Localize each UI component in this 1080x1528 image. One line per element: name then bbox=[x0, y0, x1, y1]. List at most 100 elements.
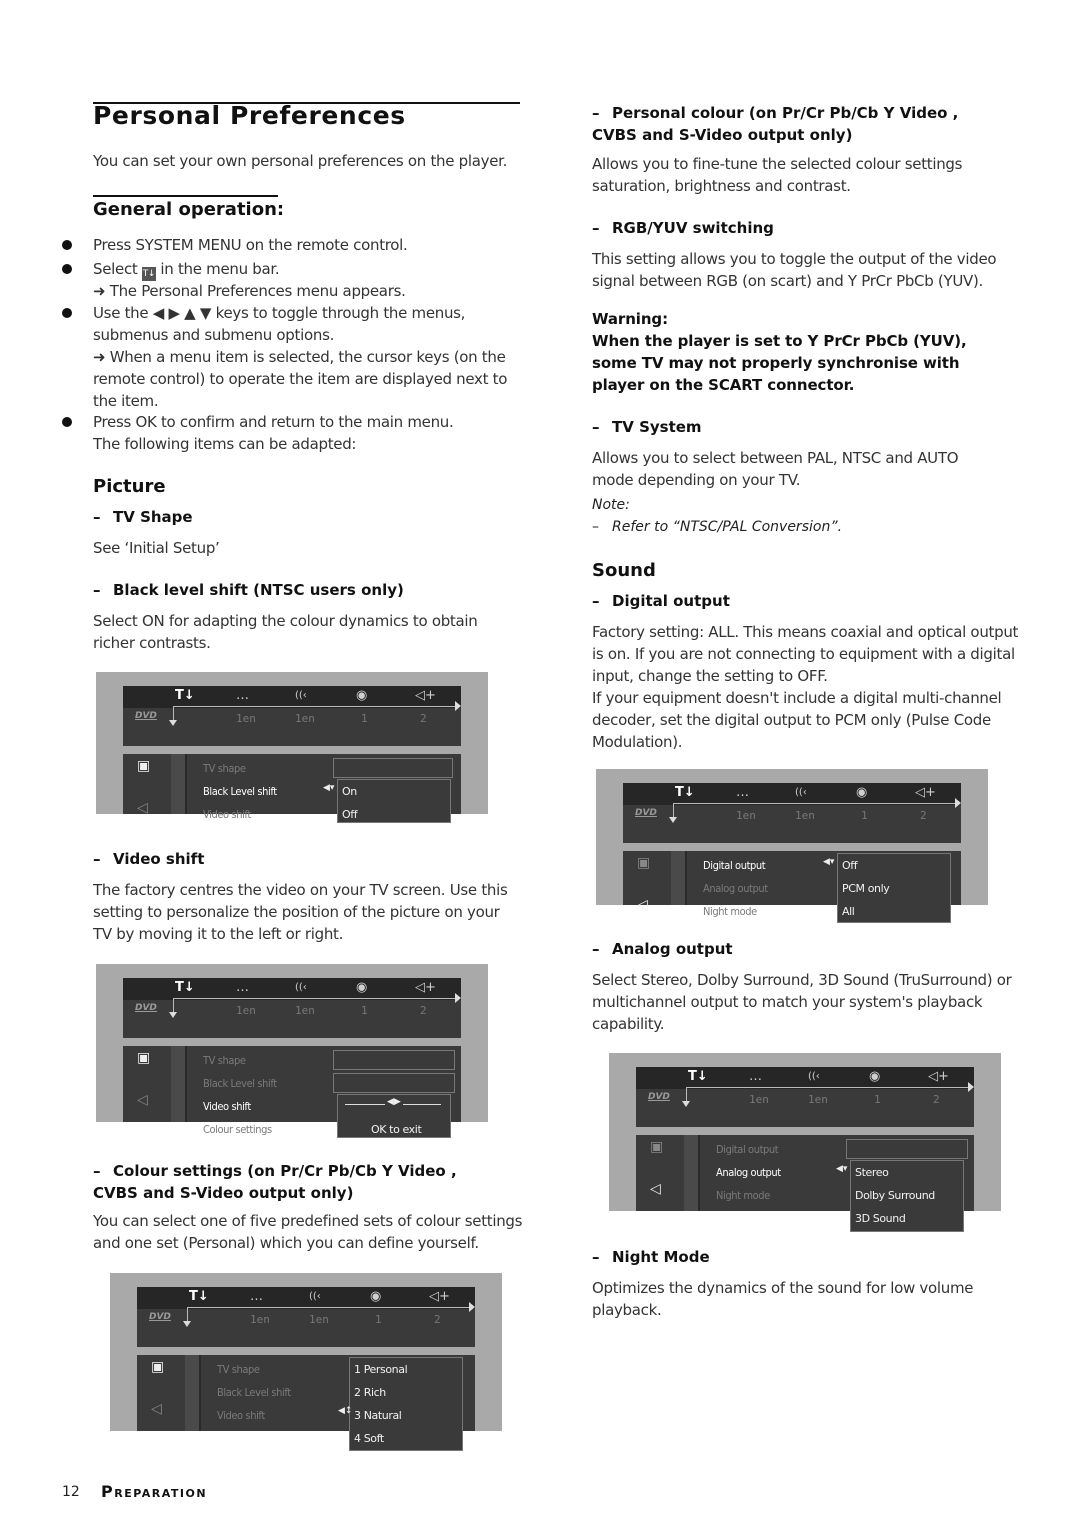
night-mode-title-text: Night Mode bbox=[612, 1248, 710, 1266]
osd-body: ▣ ◁ TV shape Black Level shift Video shif… bbox=[123, 1046, 461, 1138]
result-text: remote control) to operate the item are … bbox=[93, 370, 508, 388]
audio-icon: ((‹ bbox=[795, 787, 807, 798]
slider-handle-icon[interactable]: ◀▶ bbox=[385, 1097, 403, 1107]
osd-option[interactable]: Off bbox=[842, 859, 858, 872]
general-rule bbox=[93, 195, 278, 197]
osd-value: 1en bbox=[736, 809, 756, 822]
osd-item[interactable]: Analog output bbox=[703, 882, 768, 895]
osd-item[interactable]: Colour settings bbox=[203, 1123, 272, 1136]
general-heading: General operation: bbox=[93, 199, 285, 220]
osd-item-selected[interactable]: Black Level shift bbox=[203, 785, 277, 798]
dvd-logo: DVD bbox=[135, 711, 157, 721]
night-mode-title: – Night Mode bbox=[592, 1248, 710, 1266]
osd-value: 1 bbox=[861, 809, 868, 822]
osd-screen-digital-output: T↓ … ((‹ ◉ ◁+ DVD 1en 1en 1 2 ▣ ◁ Digital… bbox=[596, 769, 988, 923]
analog-output-text: Select Stereo, Dolby Surround, 3D Sound … bbox=[592, 971, 1012, 989]
digital-output-title: – Digital output bbox=[592, 592, 730, 610]
video-shift-title-text: Video shift bbox=[113, 850, 205, 868]
osd-item[interactable]: Black Level shift bbox=[217, 1386, 291, 1399]
osd-option[interactable]: Off bbox=[342, 808, 358, 821]
intro-text: You can set your own personal preference… bbox=[93, 152, 508, 170]
osd-value: 2 bbox=[420, 712, 427, 725]
bullet bbox=[62, 240, 72, 250]
osd-option[interactable]: On bbox=[342, 785, 357, 798]
cursor-left-down-icon: ◀▾ bbox=[323, 783, 335, 793]
warning-label: Warning: bbox=[592, 310, 668, 328]
note-text-content: Refer to “NTSC/PAL Conversion”. bbox=[612, 519, 843, 535]
night-mode-text: Optimizes the dynamics of the sound for … bbox=[592, 1279, 974, 1297]
osd-item[interactable]: TV shape bbox=[217, 1363, 260, 1376]
osd-value: 1en bbox=[295, 712, 315, 725]
personal-colour-text: Allows you to fine-tune the selected col… bbox=[592, 155, 963, 173]
note-text: – Refer to “NTSC/PAL Conversion”. bbox=[592, 519, 843, 535]
speaker-icon: ◁+ bbox=[928, 1069, 949, 1084]
rgb-yuv-text: This setting allows you to toggle the ou… bbox=[592, 250, 997, 268]
osd-option[interactable]: 3D Sound bbox=[855, 1212, 906, 1225]
cursor-left-updown-icon: ◀↕ bbox=[338, 1406, 353, 1416]
osd-option[interactable]: Dolby Surround bbox=[855, 1189, 935, 1202]
preferences-icon: T↓ bbox=[675, 785, 695, 800]
tv-system-text: Allows you to select between PAL, NTSC a… bbox=[592, 449, 959, 467]
tv-shape-title: – TV Shape bbox=[93, 508, 193, 526]
result-text: ➜ The Personal Preferences menu appears. bbox=[93, 282, 406, 300]
osd-option[interactable]: All bbox=[842, 905, 855, 918]
osd-item[interactable]: Night mode bbox=[716, 1189, 770, 1202]
result-text: ➜ When a menu item is selected, the curs… bbox=[93, 348, 506, 366]
osd-item[interactable]: Video shift bbox=[217, 1409, 265, 1422]
osd-option[interactable]: 4 Soft bbox=[354, 1432, 384, 1445]
osd-menu-bar: T↓ … ((‹ ◉ ◁+ DVD 1en 1en 1 2 bbox=[123, 686, 461, 746]
osd-value: 1en bbox=[250, 1313, 270, 1326]
angle-icon: ◉ bbox=[856, 785, 868, 800]
black-level-title: – Black level shift (NTSC users only) bbox=[93, 581, 404, 599]
osd-item[interactable]: TV shape bbox=[203, 762, 246, 775]
osd-option[interactable]: Stereo bbox=[855, 1166, 889, 1179]
step-text: Press SYSTEM MENU on the remote control. bbox=[93, 236, 408, 254]
osd-value: 1en bbox=[749, 1093, 769, 1106]
picture-icon: ▣ bbox=[151, 1359, 165, 1375]
tv-system-title: – TV System bbox=[592, 418, 702, 436]
video-shift-text: TV by moving it to the left or right. bbox=[93, 925, 344, 943]
osd-item-selected[interactable]: Colour settings bbox=[217, 1432, 286, 1445]
colour-settings-text: and one set (Personal) which you can def… bbox=[93, 1234, 479, 1252]
analog-output-text: capability. bbox=[592, 1015, 665, 1033]
sound-icon: ◁ bbox=[151, 1401, 162, 1417]
osd-option[interactable]: 1 Personal bbox=[354, 1363, 408, 1376]
personal-colour-title-text: Personal colour (on Pr/Cr Pb/Cb Y Video … bbox=[612, 104, 959, 122]
osd-item[interactable]: Black Level shift bbox=[203, 1077, 277, 1090]
analog-output-title-text: Analog output bbox=[612, 940, 733, 958]
osd-option[interactable]: 3 Natural bbox=[354, 1409, 402, 1422]
tv-system-title-text: TV System bbox=[612, 418, 702, 436]
osd-menu-bar: T↓ … ((‹ ◉ ◁+ DVD 1en 1en 1 2 bbox=[623, 783, 961, 843]
osd-item[interactable]: Video shift bbox=[203, 808, 251, 821]
osd-body: ▣ ◁ TV shape Black Level shift Video shif… bbox=[123, 754, 461, 823]
audio-icon: ((‹ bbox=[295, 690, 307, 701]
osd-item-selected[interactable]: Video shift bbox=[203, 1100, 251, 1113]
sound-icon: ◁ bbox=[137, 1092, 148, 1108]
dvd-logo: DVD bbox=[635, 808, 657, 818]
dvd-logo: DVD bbox=[149, 1312, 171, 1322]
dvd-logo: DVD bbox=[135, 1003, 157, 1013]
angle-icon: ◉ bbox=[869, 1069, 881, 1084]
osd-item-selected[interactable]: Analog output bbox=[716, 1166, 781, 1179]
osd-item[interactable]: TV shape bbox=[203, 1054, 246, 1067]
section-name: Preparation bbox=[101, 1482, 208, 1501]
colour-settings-title-text: Colour settings (on Pr/Cr Pb/Cb Y Video … bbox=[113, 1162, 457, 1180]
subtitle-icon: … bbox=[736, 785, 749, 800]
bullet bbox=[62, 417, 72, 427]
rgb-yuv-title-text: RGB/YUV switching bbox=[612, 219, 774, 237]
osd-item[interactable]: Digital output bbox=[716, 1143, 779, 1156]
sound-icon: ◁ bbox=[137, 800, 148, 816]
page-number: 12 bbox=[62, 1484, 80, 1500]
step-select: Select bbox=[93, 260, 138, 278]
angle-icon: ◉ bbox=[356, 688, 368, 703]
osd-option[interactable]: PCM only bbox=[842, 882, 890, 895]
speaker-icon: ◁+ bbox=[429, 1289, 450, 1304]
result-text: the item. bbox=[93, 392, 159, 410]
angle-icon: ◉ bbox=[356, 980, 368, 995]
rgb-yuv-text: signal between RGB (on scart) and Y PrCr… bbox=[592, 272, 983, 290]
osd-option[interactable]: 2 Rich bbox=[354, 1386, 386, 1399]
osd-item-selected[interactable]: Digital output bbox=[703, 859, 766, 872]
black-level-text: richer contrasts. bbox=[93, 634, 211, 652]
audio-icon: ((‹ bbox=[808, 1071, 820, 1082]
osd-item[interactable]: Night mode bbox=[703, 905, 757, 918]
